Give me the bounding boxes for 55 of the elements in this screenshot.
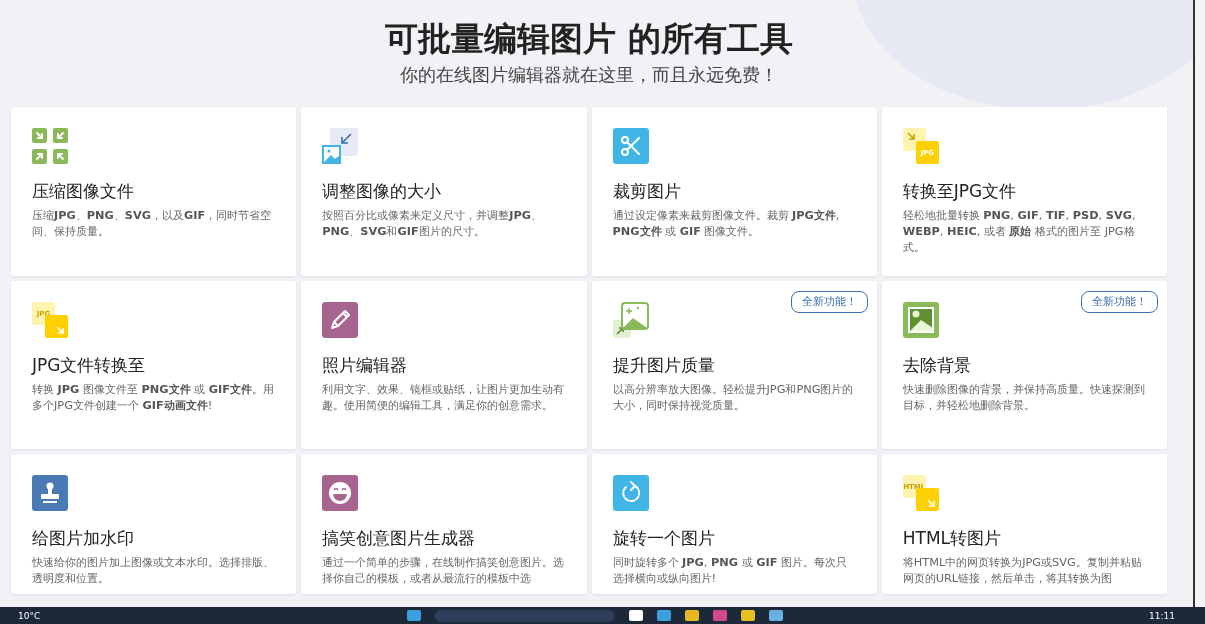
page-title: 可批量编辑图片 的所有工具 xyxy=(384,18,794,60)
tool-title: 旋转一个图片 xyxy=(612,527,716,550)
taskbar-app-icon[interactable] xyxy=(740,610,755,621)
tool-title: 照片编辑器 xyxy=(322,354,409,377)
image-icon xyxy=(902,302,939,338)
tool-description: 转换 JPG 图像文件至 PNG文件 或 GIF文件。用多个JPG文件创建一个 GIF动画文件! xyxy=(32,382,275,414)
rotate-icon xyxy=(612,475,649,511)
tool-description: 通过一个简单的步骤，在线制作搞笑创意图片。选择你自己的模板，或者从最流行的模板中选 xyxy=(322,555,566,587)
tool-card[interactable]: 裁剪图片 通过设定像素来裁剪图像文件。裁剪 JPG文件, PNG文件 或 GIF 图像文件。 xyxy=(591,107,877,276)
tool-description: 以高分辨率放大图像。轻松提升JPG和PNG图片的大小，同时保持视觉质量。 xyxy=(612,382,855,414)
tool-description: 轻松地批量转换 PNG, GIF, TIF, PSD, SVG, WEBP, HEIC, 或者 原始 格式的图片至 JPG格式。 xyxy=(902,208,1137,256)
tool-title: JPG文件转换至 xyxy=(32,354,147,377)
tool-card[interactable]: 全新功能！ 去除背景 快速删除图像的背景，并保持高质量。快速探测到目标，并轻松地删除背景。 xyxy=(881,281,1167,449)
new-feature-badge: 全新功能！ xyxy=(790,291,868,313)
tool-title: 给图片加水印 xyxy=(32,527,135,550)
tool-description: 按照百分比或像素来定义尺寸，并调整JPG、PNG、SVG和GIF图片的尺寸。 xyxy=(322,208,543,240)
tool-card[interactable]: 旋转一个图片 同时旋转多个 JPG, PNG 或 GIF 图片。每次只选择横向或纵向图片! xyxy=(591,454,877,594)
tool-description: 利用文字、效果、镜框或贴纸，让图片更加生动有趣。使用简便的编辑工具，满足你的创意需求。 xyxy=(322,382,566,414)
taskbar-app-icon[interactable] xyxy=(684,610,699,621)
tool-description: 快速给你的图片加上图像或文本水印。选择排版、透明度和位置。 xyxy=(32,555,275,587)
tool-title: 压缩图像文件 xyxy=(32,180,135,203)
tool-card[interactable]: 照片编辑器 利用文字、效果、镜框或贴纸，让图片更加生动有趣。使用简便的编辑工具，满足你的创意需求。 xyxy=(301,281,587,449)
tool-title: 调整图像的大小 xyxy=(322,180,443,203)
tool-description: 快速删除图像的背景，并保持高质量。快速探测到目标，并轻松地删除背景。 xyxy=(902,382,1146,414)
tool-title: 转换至JPG文件 xyxy=(902,180,1018,203)
tool-card[interactable]: 调整图像的大小 按照百分比或像素来定义尺寸，并调整JPG、PNG、SVG和GIF图片的尺寸。 xyxy=(301,107,587,276)
laughing-smiley-icon xyxy=(322,475,359,511)
tool-title: 搞笑创意图片生成器 xyxy=(322,527,477,550)
tool-card[interactable]: 全新功能！ 提升图片质量 以高分辨率放大图像。轻松提升JPG和PNG图片的大小，同时保持视觉质量。 xyxy=(591,281,877,449)
scissors-icon xyxy=(612,128,649,164)
tool-card[interactable]: 给图片加水印 快速给你的图片加上图像或文本水印。选择排版、透明度和位置。 xyxy=(11,454,297,594)
taskbar-app-icon[interactable] xyxy=(768,610,783,621)
image-upscale-icon xyxy=(612,302,649,338)
taskbar-app-icon[interactable] xyxy=(628,610,643,621)
tool-title: HTML转图片 xyxy=(902,527,1003,550)
tool-description: 通过设定像素来裁剪图像文件。裁剪 JPG文件, PNG文件 或 GIF 图像文件。 xyxy=(612,208,841,240)
arrow-icon xyxy=(925,498,936,508)
tool-title: 去除背景 xyxy=(902,354,972,377)
pencil-icon xyxy=(322,302,359,338)
stamp-icon xyxy=(32,475,68,511)
clock-text[interactable]: 11:11 xyxy=(1149,610,1175,621)
tool-description: 将HTML中的网页转换为JPG或SVG。复制并粘贴网页的URL链接，然后单击，将其转换为图 xyxy=(902,555,1143,587)
tool-card[interactable]: 压缩图像文件 压缩JPG、PNG、SVG，以及GIF，同时节省空间、保持质量。 xyxy=(11,107,297,276)
tool-title: 裁剪图片 xyxy=(612,180,682,203)
compress-arrows-icon xyxy=(32,128,68,164)
tool-card[interactable]: 搞笑创意图片生成器 通过一个简单的步骤，在线制作搞笑创意图片。选择你自己的模板，或者从最流行的模板中选 xyxy=(301,454,587,594)
tool-description: 压缩JPG、PNG、SVG，以及GIF，同时节省空间、保持质量。 xyxy=(32,208,273,240)
page-subtitle: 你的在线图片编辑器就在这里，而且永远免费！ xyxy=(399,63,779,87)
weather-text[interactable]: 10°C xyxy=(18,610,41,621)
tool-title: 提升图片质量 xyxy=(612,354,716,377)
tool-description: 同时旋转多个 JPG, PNG 或 GIF 图片。每次只选择横向或纵向图片! xyxy=(612,555,849,587)
arrow-icon xyxy=(905,131,916,141)
new-feature-badge: 全新功能！ xyxy=(1081,291,1158,313)
arrow-icon xyxy=(55,325,65,335)
resize-image-icon xyxy=(322,128,359,164)
